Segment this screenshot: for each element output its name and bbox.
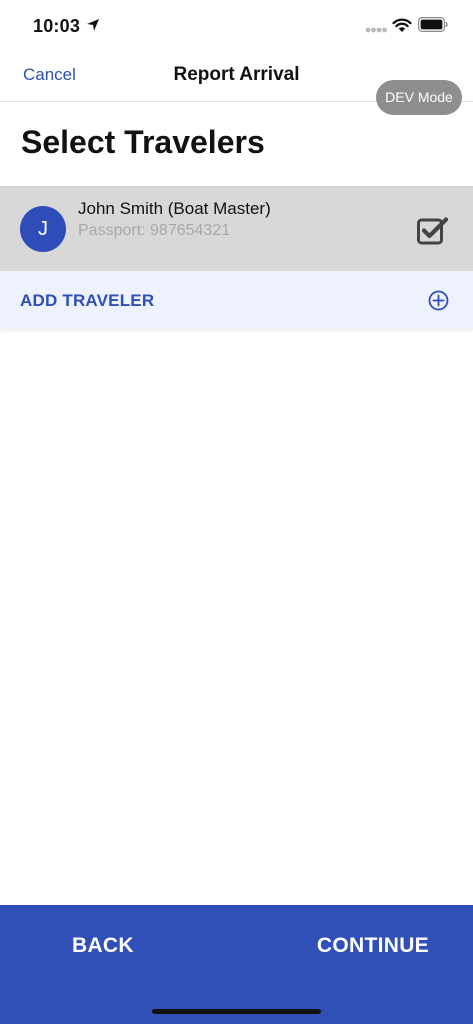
status-bar: 10:03	[0, 0, 473, 52]
bottom-action-bar: BACK CONTINUE	[0, 905, 473, 1024]
checkbox-checked-icon[interactable]	[417, 215, 449, 245]
dev-mode-badge[interactable]: DEV Mode	[376, 80, 462, 115]
battery-icon	[418, 17, 448, 32]
cellular-dots-icon	[365, 27, 387, 33]
traveler-avatar: J	[20, 206, 66, 252]
wifi-icon	[392, 18, 412, 32]
add-circle-icon	[428, 290, 449, 311]
back-button[interactable]: BACK	[72, 934, 134, 958]
add-traveler-button[interactable]: ADD TRAVELER	[0, 271, 473, 329]
continue-button[interactable]: CONTINUE	[317, 934, 429, 958]
add-traveler-label: ADD TRAVELER	[20, 291, 155, 310]
home-indicator[interactable]	[152, 1009, 321, 1014]
status-time: 10:03	[33, 16, 81, 36]
select-travelers-screen: 10:03 Cancel Report Arrival DEV Mode Sel…	[0, 0, 473, 1024]
page-title: Select Travelers	[21, 124, 265, 160]
traveler-name: John Smith (Boat Master)	[78, 199, 271, 218]
traveler-passport: Passport: 987654321	[78, 222, 231, 239]
location-arrow-icon	[87, 19, 99, 31]
traveler-row[interactable]: J John Smith (Boat Master) Passport: 987…	[0, 186, 473, 271]
